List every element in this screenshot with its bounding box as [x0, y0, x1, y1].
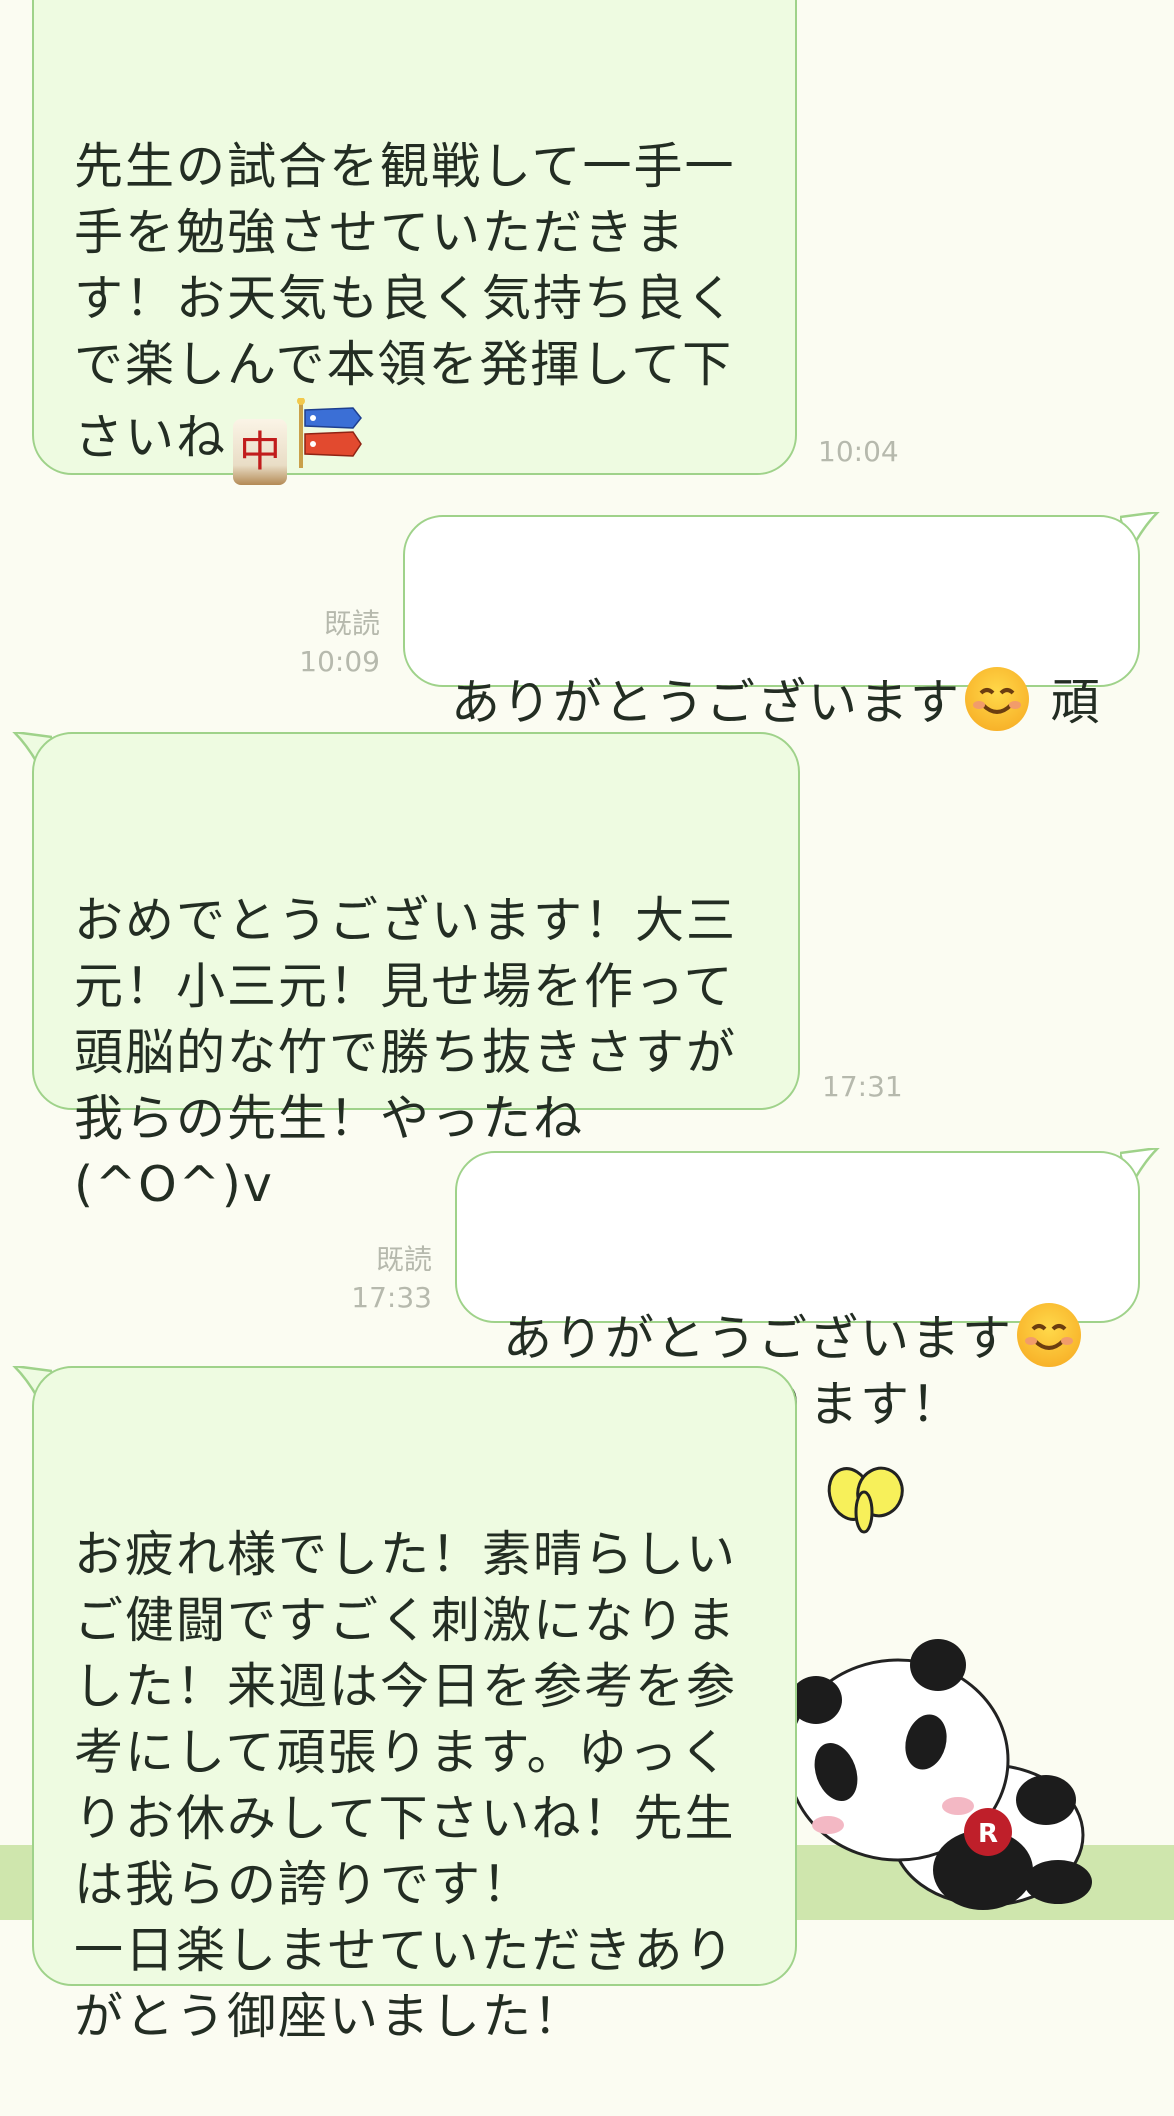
- panda-mascot-icon: R: [788, 1639, 1092, 1910]
- smiling-face-icon: [1017, 1303, 1082, 1367]
- message-text: お疲れ様でした！素晴らしい ご健闘ですごく刺激になりま した！来週は今日を参考を…: [74, 1526, 738, 2045]
- message-text: ありがとうございます: [503, 1310, 1014, 1367]
- read-receipt: 既読 17:33: [312, 1242, 432, 1316]
- outgoing-message-bubble[interactable]: ありがとうございます 頑 張ります！！: [403, 515, 1140, 797]
- incoming-message-bubble[interactable]: おめでとうございます！大三 元！小三元！見せ場を作って 頭脳的な竹で勝ち抜きさす…: [32, 732, 800, 1213]
- mascot-badge-label: R: [978, 1819, 998, 1849]
- outgoing-message-bubble[interactable]: ありがとうございます 決勝も頑張ります！: [455, 1151, 1140, 1433]
- message-timestamp: 17:31: [822, 1070, 903, 1103]
- read-label: 既読: [375, 1243, 432, 1276]
- message-text: ありがとうございます: [451, 674, 962, 731]
- read-label: 既読: [323, 607, 380, 640]
- carp-streamer-icon: [297, 398, 362, 468]
- incoming-message-bubble[interactable]: 先生の試合を観戦して一手一 手を勉強させていただきま す！お天気も良く気持ち良く…: [32, 0, 797, 485]
- message-text: 先生の試合を観戦して一手一 手を勉強させていただきま す！お天気も良く気持ち良く…: [74, 138, 738, 466]
- smiling-face-icon: [965, 667, 1030, 731]
- read-receipt: 既読 10:09: [260, 606, 380, 680]
- chat-screen: { "messages": [ { "side": "in", "text_ma…: [0, 0, 1174, 2045]
- incoming-message-bubble[interactable]: お疲れ様でした！素晴らしい ご健闘ですごく刺激になりま した！来週は今日を参考を…: [32, 1366, 797, 2045]
- message-timestamp: 17:33: [351, 1281, 432, 1314]
- message-timestamp: 10:04: [818, 435, 899, 468]
- mahjong-tile-icon: 中: [233, 419, 288, 485]
- message-timestamp: 10:09: [299, 645, 380, 678]
